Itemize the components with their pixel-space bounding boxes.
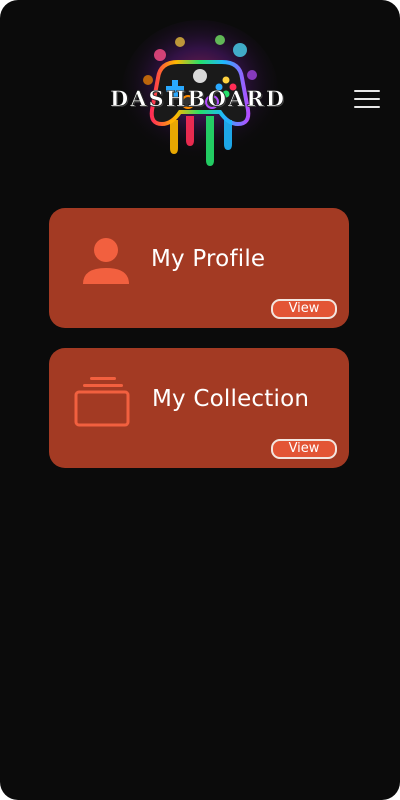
page-title: DASHBOARD — [110, 86, 286, 112]
view-collection-button[interactable]: View — [271, 439, 337, 459]
hamburger-menu-icon[interactable] — [352, 86, 382, 112]
user-icon — [83, 238, 129, 284]
app-screen: DASHBOARD My Profile View My Collection … — [0, 0, 400, 800]
collection-card-label: My Collection — [152, 386, 310, 412]
view-profile-button[interactable]: View — [271, 299, 337, 319]
profile-card[interactable]: My Profile View — [49, 208, 349, 328]
profile-card-label: My Profile — [151, 246, 266, 272]
stack-icon — [74, 377, 130, 427]
collection-card[interactable]: My Collection View — [49, 348, 349, 468]
